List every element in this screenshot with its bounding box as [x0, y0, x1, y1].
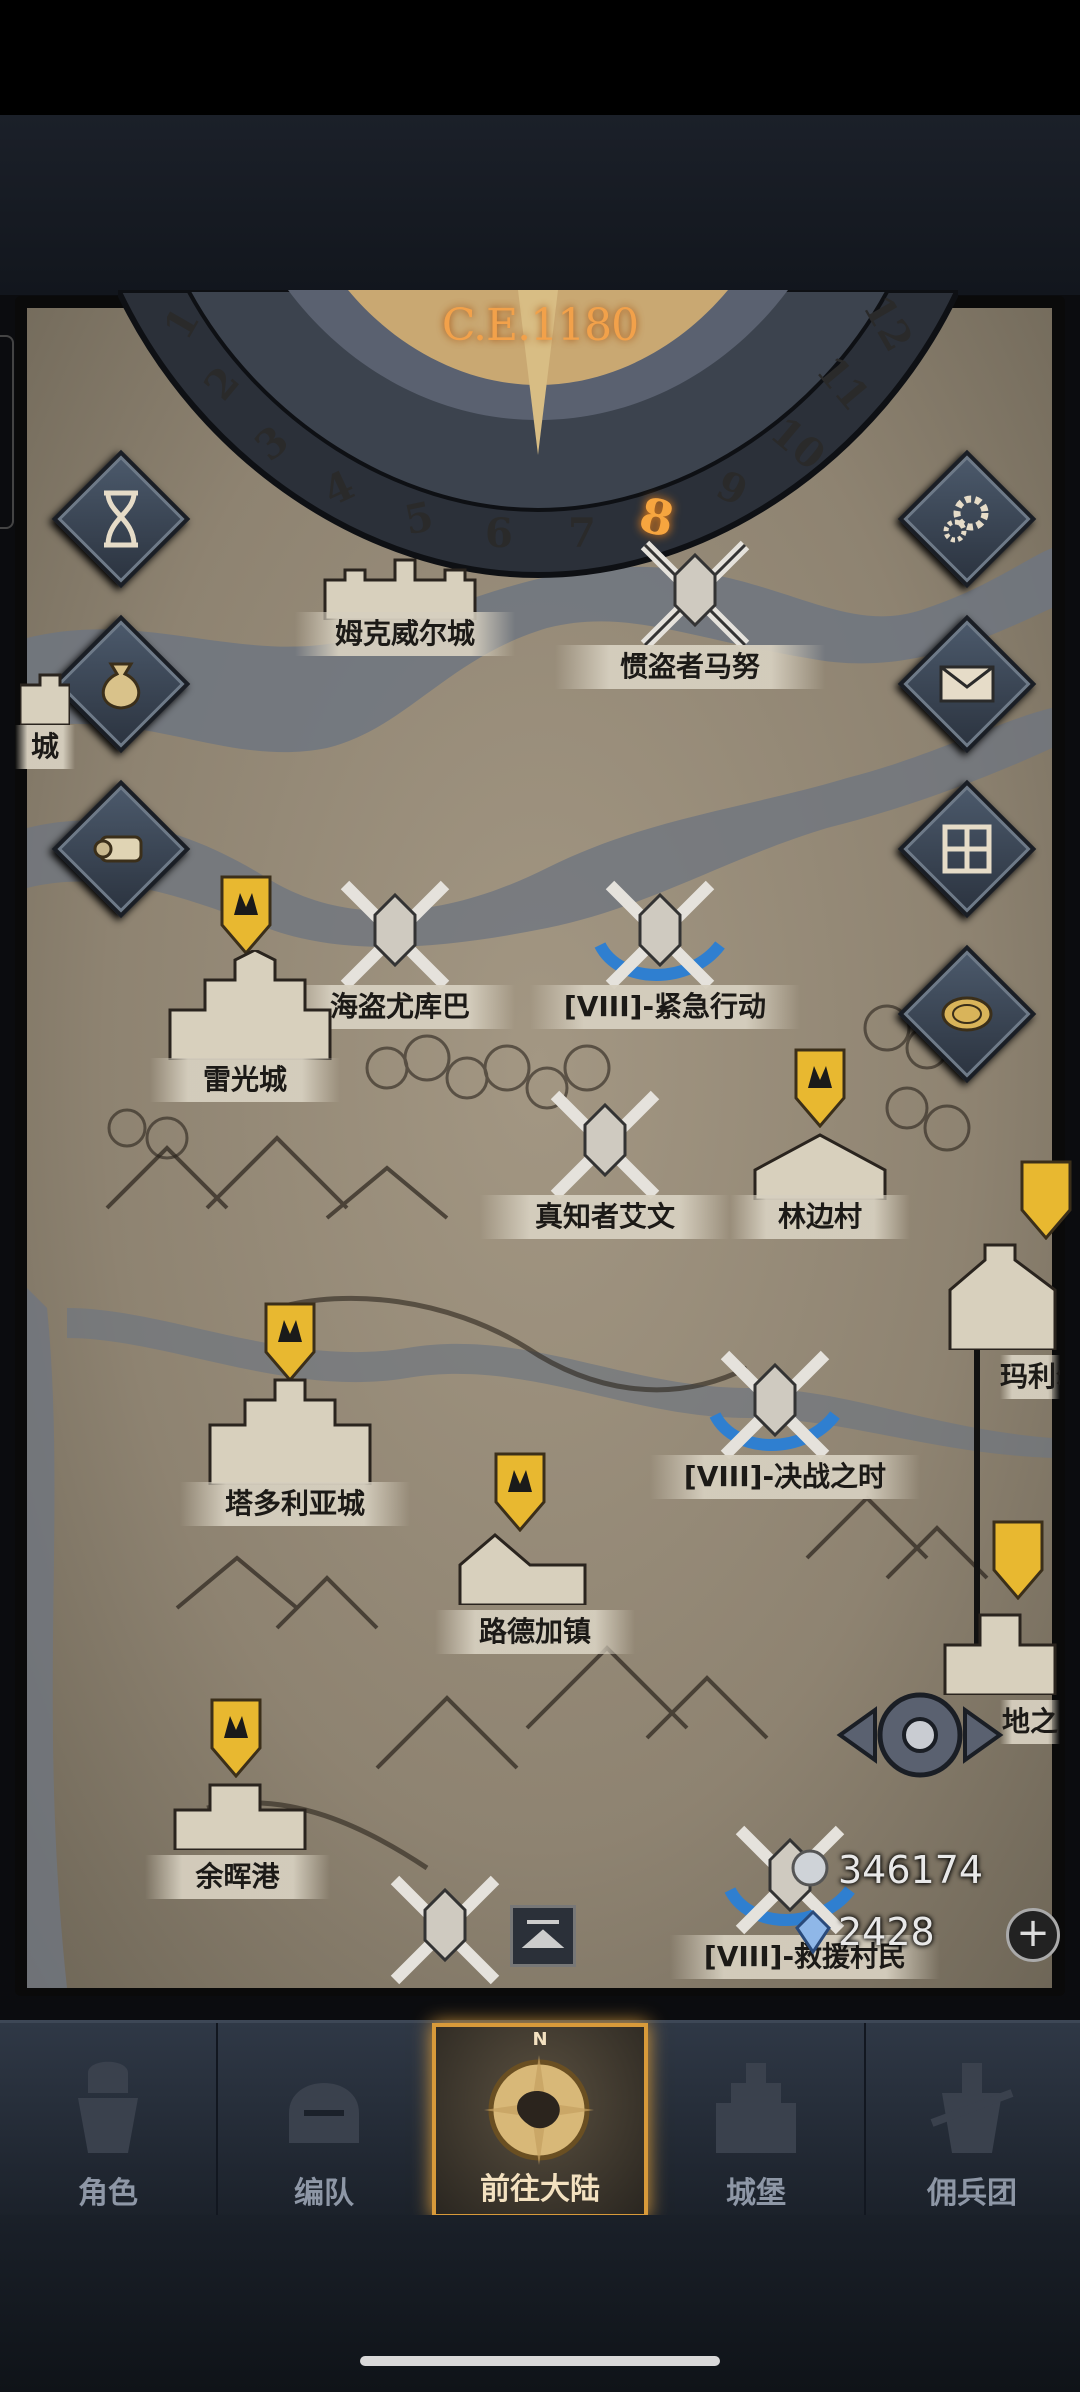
banner-icon	[264, 1302, 316, 1382]
compass-icon	[484, 2055, 594, 2165]
location-label-taduolia[interactable]: 塔多利亚城	[180, 1482, 410, 1526]
location-label-ludejia[interactable]: 路德加镇	[435, 1610, 635, 1654]
location-label-manu[interactable]: 惯盗者马努	[555, 645, 825, 689]
collapse-button[interactable]	[510, 1905, 576, 1967]
nav-label: 佣兵团	[927, 2176, 1017, 2211]
nav-item-formation[interactable]: 编队	[216, 2023, 434, 2218]
town-ludejia-icon[interactable]	[455, 1525, 590, 1605]
mercenary-icon	[930, 2063, 1014, 2153]
crystal-icon	[795, 1910, 831, 1954]
location-label-sage-aiwen[interactable]: 真知者艾文	[480, 1195, 730, 1239]
add-crystal-button[interactable]: +	[1006, 1908, 1060, 1962]
castle-taduolia-icon[interactable]	[205, 1375, 375, 1485]
left-edge-tab[interactable]	[0, 335, 14, 529]
banner-icon	[1020, 1160, 1072, 1240]
header-band	[0, 115, 1080, 295]
helmet-icon	[289, 2083, 359, 2143]
nav-label: 编队	[294, 2176, 354, 2211]
banner-icon	[992, 1520, 1044, 1600]
coin-icon	[941, 996, 993, 1032]
nav-item-character[interactable]: 角色	[0, 2023, 218, 2218]
crystal-amount: 2428	[838, 1910, 935, 1954]
silver-amount: 346174	[838, 1848, 984, 1892]
silver-coin-icon	[791, 1849, 829, 1887]
castle-edge-icon[interactable]	[20, 655, 70, 725]
banner-icon	[210, 1698, 262, 1778]
nav-label: 角色	[78, 2176, 138, 2211]
location-label-dizhi[interactable]: 地之	[1000, 1700, 1060, 1744]
banner-icon	[220, 875, 272, 955]
window-icon	[942, 824, 992, 874]
location-label-mali[interactable]: 玛利尔	[1000, 1355, 1060, 1399]
location-label-yuhui[interactable]: 余晖港	[145, 1855, 330, 1899]
location-label-linbian[interactable]: 林边村	[730, 1195, 910, 1239]
knight-icon	[78, 2061, 138, 2153]
year-label: C.E.1180	[441, 300, 639, 351]
location-label-leiguang[interactable]: 雷光城	[150, 1058, 340, 1102]
crossed-swords-icon[interactable]	[375, 1870, 515, 2000]
location-label-urgent-action[interactable]: [VIII]-紧急行动	[530, 985, 800, 1029]
chevron-up-icon	[521, 1920, 565, 1948]
location-label-mukewell[interactable]: 姆克威尔城	[295, 612, 515, 656]
dpad-icon[interactable]	[835, 1680, 1005, 1790]
location-label-decisive-battle[interactable]: [VIII]-决战之时	[650, 1455, 920, 1499]
castle-leiguang-icon[interactable]	[165, 950, 335, 1060]
compass-north-label: N	[532, 2029, 548, 2050]
nav-label: 前往大陆	[480, 2172, 600, 2207]
banner-icon	[494, 1452, 546, 1532]
nav-label: 城堡	[726, 2176, 786, 2211]
village-linbian-icon[interactable]	[750, 1130, 890, 1200]
status-bar-area	[0, 0, 1080, 115]
nav-item-castle[interactable]: 城堡	[648, 2023, 866, 2218]
month-6[interactable]: 6	[485, 510, 513, 557]
nav-item-continent[interactable]: N 前往大陆	[432, 2023, 648, 2218]
castle-mukewell-icon[interactable]	[315, 540, 485, 620]
mail-icon	[939, 665, 995, 703]
castle-icon	[716, 2063, 796, 2153]
gear-icon	[943, 495, 989, 543]
scroll-icon	[93, 835, 143, 863]
hourglass-icon	[104, 490, 138, 548]
banner-icon	[794, 1048, 846, 1128]
money-bag-icon	[101, 662, 141, 710]
home-indicator[interactable]	[360, 2356, 720, 2366]
port-yuhui-icon[interactable]	[170, 1770, 310, 1850]
bottom-nav: 角色 编队 N 前往大陆 城堡 佣兵团	[0, 2020, 1080, 2218]
location-label-edge-city[interactable]: 城	[15, 725, 75, 769]
nav-item-mercenary[interactable]: 佣兵团	[864, 2023, 1080, 2218]
month-7[interactable]: 7	[568, 510, 596, 557]
castle-mali-icon[interactable]	[945, 1240, 1060, 1350]
